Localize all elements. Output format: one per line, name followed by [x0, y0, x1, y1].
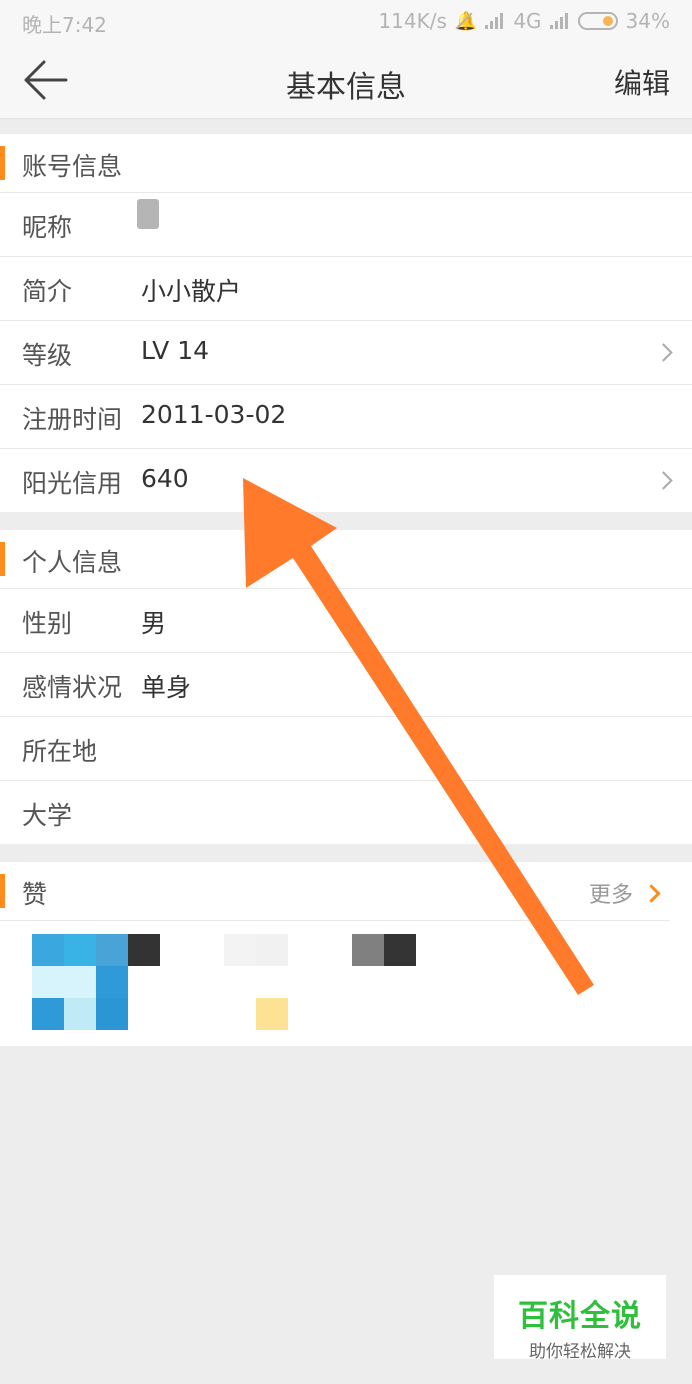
row-value: LV 14	[141, 336, 210, 365]
section-title: 赞	[22, 880, 48, 909]
row-value: 2011-03-02	[141, 400, 287, 429]
row-university: 大学	[0, 781, 692, 844]
chevron-right-icon	[654, 471, 673, 490]
more-label: 更多	[588, 883, 633, 908]
avatar[interactable]	[32, 934, 128, 1030]
edit-button[interactable]: 编辑	[614, 62, 670, 102]
section-header: 账号信息	[0, 134, 692, 193]
section-header: 个人信息	[0, 530, 692, 589]
section-title: 账号信息	[22, 152, 123, 181]
nickname-redacted	[137, 199, 159, 229]
watermark-logo: 百科全说 助你轻松解决	[494, 1275, 666, 1362]
row-label: 所在地	[22, 737, 98, 766]
more-link[interactable]: 更多	[588, 877, 661, 909]
likes-section: 赞 更多	[0, 862, 692, 1046]
signal-icon	[485, 13, 505, 29]
section-marker	[0, 542, 5, 576]
chevron-right-icon	[654, 343, 673, 362]
page-title: 基本信息	[286, 70, 406, 105]
row-register-date: 注册时间 2011-03-02	[0, 385, 692, 449]
nav-bar: 基本信息 编辑	[0, 42, 692, 119]
status-time: 晚上7:42	[22, 13, 107, 37]
watermark-subtitle: 助你轻松解决	[529, 1342, 631, 1362]
row-label: 性别	[22, 609, 73, 638]
row-label: 昵称	[22, 213, 73, 242]
account-info-section: 账号信息 昵称 简介 小小散户 等级 LV 14 注册时间 2011-03-02…	[0, 134, 692, 512]
muted-bell-icon: 🔔	[454, 10, 478, 32]
row-label: 等级	[22, 341, 73, 370]
watermark-title: 百科全说	[518, 1299, 642, 1334]
row-credit[interactable]: 阳光信用 640	[0, 449, 692, 512]
row-label: 感情状况	[22, 673, 123, 702]
section-header: 赞 更多	[0, 862, 670, 921]
row-value: 小小散户	[141, 277, 242, 306]
avatar[interactable]	[224, 934, 320, 1030]
avatar[interactable]	[352, 934, 448, 1030]
row-location: 所在地	[0, 717, 692, 781]
section-marker	[0, 146, 5, 180]
row-label: 阳光信用	[22, 469, 123, 498]
row-nickname[interactable]: 昵称	[0, 193, 692, 257]
row-label: 大学	[22, 801, 73, 830]
status-icons: 114K/s 🔔 4G 34%	[378, 9, 670, 33]
battery-level: 34%	[625, 9, 670, 33]
row-gender: 性别 男	[0, 589, 692, 653]
row-value: 640	[141, 464, 189, 493]
status-bar: 晚上7:42 114K/s 🔔 4G 34%	[0, 0, 692, 42]
section-marker	[0, 874, 5, 908]
chevron-right-icon	[642, 883, 661, 903]
personal-info-section: 个人信息 性别 男 感情状况 单身 所在地 大学	[0, 530, 692, 844]
section-title: 个人信息	[22, 548, 123, 577]
avatar-fragment	[128, 934, 160, 966]
row-relationship: 感情状况 单身	[0, 653, 692, 717]
row-value: 单身	[141, 673, 192, 702]
row-label: 注册时间	[22, 405, 123, 434]
network-type: 4G	[513, 9, 542, 33]
battery-icon	[577, 12, 618, 30]
row-bio[interactable]: 简介 小小散户	[0, 257, 692, 321]
row-level[interactable]: 等级 LV 14	[0, 321, 692, 385]
row-label: 简介	[22, 277, 73, 306]
signal-icon-2	[549, 13, 570, 29]
network-speed: 114K/s	[378, 9, 447, 33]
row-value: 男	[141, 609, 167, 638]
